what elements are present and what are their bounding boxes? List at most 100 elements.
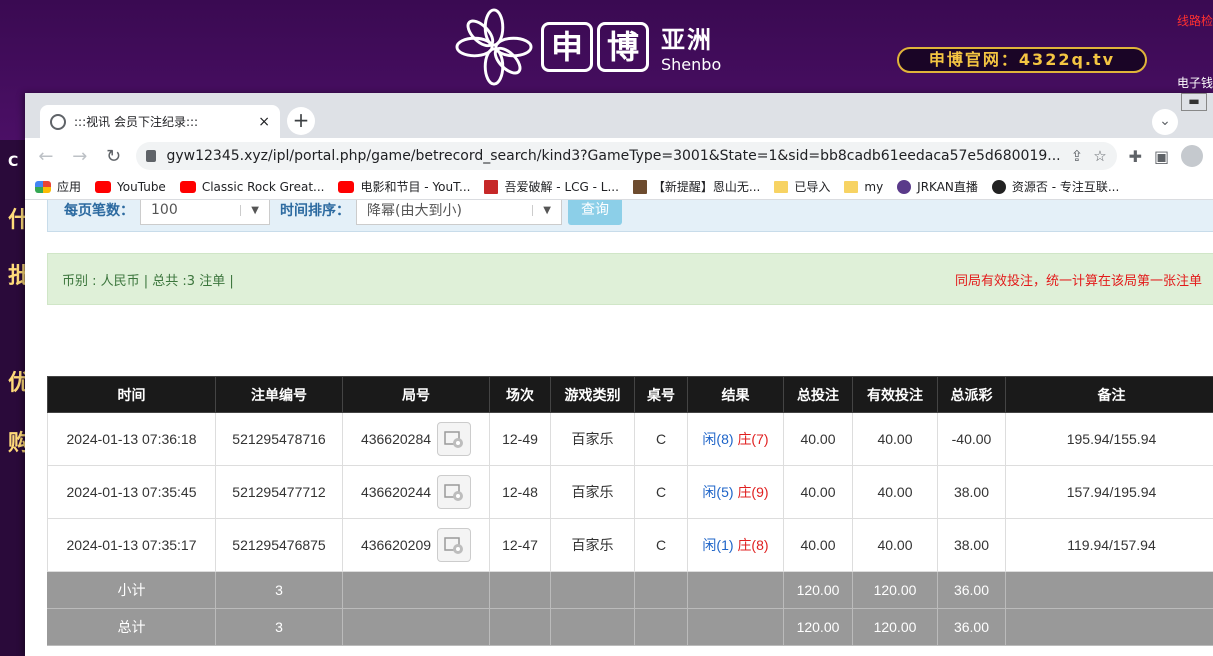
header-round-id: 局号 — [342, 376, 490, 413]
profile-avatar[interactable] — [1181, 145, 1203, 167]
browser-tab-active[interactable]: :::视讯 会员下注纪录::: × — [40, 105, 280, 138]
cell-total-bet: 40.00 — [783, 518, 853, 572]
cell-note: 119.94/157.94 — [1005, 518, 1213, 572]
per-page-select[interactable]: 100 ▼ — [140, 200, 270, 225]
header-note: 备注 — [1005, 376, 1213, 413]
tab-strip: :::视讯 会员下注纪录::: × + ⌄ ▬ — [25, 93, 1213, 138]
close-icon[interactable]: × — [258, 114, 270, 130]
background-left-menu: C 什 批 优 购 — [0, 140, 30, 656]
video-replay-icon[interactable] — [437, 422, 472, 456]
image-icon — [632, 179, 647, 194]
youtube-icon — [338, 180, 355, 193]
apps-grid-icon — [35, 180, 51, 193]
sort-select[interactable]: 降幂(由大到小) ▼ — [356, 200, 562, 225]
result-banker: 庄(8) — [737, 537, 769, 553]
video-replay-icon[interactable] — [437, 528, 472, 562]
cell-round: 436620284 — [342, 412, 490, 466]
lock-icon[interactable] — [146, 150, 157, 162]
address-bar[interactable]: gyw12345.xyz/ipl/portal.php/game/betreco… — [136, 142, 1117, 170]
back-icon[interactable]: ← — [35, 146, 57, 167]
cell-table: C — [634, 465, 688, 519]
subtotal-valid-bet: 120.00 — [852, 571, 938, 609]
cell-shoe: 12-49 — [489, 412, 551, 466]
sort-label: 时间排序： — [280, 203, 350, 219]
cell-note: 157.94/195.94 — [1005, 465, 1213, 519]
bookmark-item[interactable]: JRKAN直播 — [897, 178, 978, 195]
grand-total-count: 3 — [215, 608, 343, 646]
result-player: 闲(5) — [702, 484, 734, 500]
summary-left: 币别 : 人民币 | 总共 :3 注单 | — [62, 273, 234, 289]
bookmark-item[interactable]: 已导入 — [774, 178, 830, 195]
tab-search-icon[interactable]: ⌄ — [1152, 109, 1178, 135]
cell-bet-id: 521295476875 — [215, 518, 343, 572]
reload-icon[interactable]: ↻ — [103, 146, 125, 167]
cell-payout: 38.00 — [937, 465, 1006, 519]
minimize-icon[interactable]: ▬ — [1181, 93, 1207, 111]
subtotal-count: 3 — [215, 571, 343, 609]
cell-game: 百家乐 — [550, 518, 635, 572]
youtube-icon — [95, 180, 112, 193]
cell-game: 百家乐 — [550, 412, 635, 466]
grand-total-total-bet: 120.00 — [783, 608, 853, 646]
query-button[interactable]: 查询 — [568, 200, 622, 225]
page-content: 每页笔数： 100 ▼ 时间排序： 降幂(由大到小) ▼ 查询 币别 : 人民币… — [25, 200, 1213, 656]
table-header-row: 时间 注单编号 局号 场次 游戏类别 桌号 结果 总投注 有效投注 总派彩 备注 — [47, 376, 1213, 413]
share-icon[interactable]: ⇪ — [1071, 147, 1084, 165]
brand-side-cn: 亚洲 — [661, 26, 713, 54]
globe-icon — [50, 113, 66, 130]
cell-result: 闲(8) 庄(7) — [687, 412, 784, 466]
folder-icon — [774, 180, 789, 193]
cell-shoe: 12-47 — [489, 518, 551, 572]
result-banker: 庄(7) — [737, 431, 769, 447]
bookmark-item[interactable]: my — [844, 180, 883, 194]
left-letter: C — [8, 154, 19, 170]
ewallet-link[interactable]: 电子钱 — [1177, 74, 1213, 91]
extensions-icon[interactable]: ✚ — [1129, 147, 1142, 166]
header-total-bet: 总投注 — [783, 376, 853, 413]
cell-time: 2024-01-13 07:36:18 — [47, 412, 216, 466]
cell-valid-bet: 40.00 — [852, 465, 938, 519]
per-page-label: 每页笔数： — [64, 203, 134, 219]
round-id: 436620244 — [360, 484, 432, 500]
summary-bar: 币别 : 人民币 | 总共 :3 注单 | 同局有效投注，统一计算在该局第一张注… — [47, 253, 1213, 305]
url-text[interactable]: gyw12345.xyz/ipl/portal.php/game/betreco… — [166, 148, 1060, 164]
grand-total-valid-bet: 120.00 — [852, 608, 938, 646]
grand-total-label: 总计 — [47, 608, 216, 646]
header-time: 时间 — [47, 376, 216, 413]
side-panel-icon[interactable]: ▣ — [1154, 147, 1169, 166]
header-table: 桌号 — [634, 376, 688, 413]
header-game: 游戏类别 — [550, 376, 635, 413]
table-row: 2024-01-13 07:35:45 521295477712 4366202… — [47, 465, 1213, 519]
bookmark-item[interactable]: 【新提醒】恩山无... — [632, 178, 760, 195]
per-page-value: 100 — [151, 202, 178, 218]
forward-icon[interactable]: → — [69, 146, 91, 167]
bookmark-item[interactable]: YouTube — [95, 180, 166, 194]
result-player: 闲(1) — [702, 537, 734, 553]
cell-payout: -40.00 — [937, 412, 1006, 466]
cell-note: 195.94/155.94 — [1005, 412, 1213, 466]
cell-total-bet: 40.00 — [783, 412, 853, 466]
table-row: 2024-01-13 07:36:18 521295478716 4366202… — [47, 412, 1213, 466]
chevron-down-icon: ▼ — [532, 204, 551, 216]
cell-valid-bet: 40.00 — [852, 412, 938, 466]
video-replay-icon[interactable] — [437, 475, 472, 509]
star-icon[interactable]: ☆ — [1093, 147, 1106, 165]
chevron-down-icon: ▼ — [240, 204, 259, 216]
brand-side-en: Shenbo — [661, 55, 722, 74]
line-check-link[interactable]: 线路检 — [1177, 12, 1213, 29]
result-banker: 庄(9) — [737, 484, 769, 500]
flower-logo-icon — [455, 8, 533, 86]
cell-table: C — [634, 412, 688, 466]
new-tab-button[interactable]: + — [287, 107, 315, 135]
cell-round: 436620244 — [342, 465, 490, 519]
round-id: 436620209 — [360, 537, 432, 553]
bookmark-item[interactable]: 资源否 - 专注互联... — [991, 178, 1119, 195]
bookmark-item[interactable]: 电影和节目 - YouT... — [338, 178, 470, 195]
bookmark-item[interactable]: 吾爱破解 - LCG - L... — [484, 178, 619, 195]
official-site-banner[interactable]: 申博官网：4322q.tv — [897, 47, 1147, 73]
bookmark-item[interactable]: 应用 — [35, 178, 81, 195]
folder-icon — [844, 180, 859, 193]
header-bet-id: 注单编号 — [215, 376, 343, 413]
subtotal-total-bet: 120.00 — [783, 571, 853, 609]
bookmark-item[interactable]: Classic Rock Great... — [179, 180, 324, 194]
